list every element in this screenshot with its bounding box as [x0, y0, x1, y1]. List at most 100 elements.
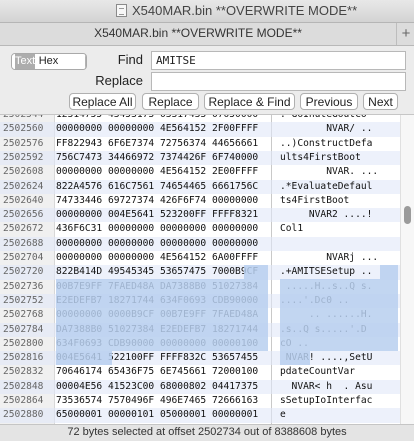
row-offset: 2502688: [3, 237, 44, 249]
row-hex-bytes[interactable]: 73536574 7570496F 496E7465 72666163: [56, 394, 258, 408]
row-ascii[interactable]: NVAR. ...: [280, 165, 378, 179]
action-buttons: Replace All Replace Replace & Find Previ…: [0, 93, 414, 113]
row-offset: 2502608: [3, 166, 44, 178]
selection-hex-end: [56, 351, 112, 365]
row-offset: 2502800: [3, 337, 44, 349]
row-hex-bytes[interactable]: 12314755 43453173 03317433 07050000: [56, 115, 258, 122]
row-offset: 2502576: [3, 137, 44, 149]
row-ascii[interactable]: pdateCountVar: [280, 365, 355, 379]
hex-row: 2502640 74733446 69727374 426F6F74 000000…: [0, 194, 400, 208]
window-titlebar: X540MAR.bin **OVERWRITE MODE**: [0, 0, 414, 23]
mode-text-button[interactable]: Text: [15, 54, 36, 69]
selection-ascii-end: [280, 351, 310, 365]
hex-row: 2502880 65000001 00000101 05000001 000000…: [0, 408, 400, 423]
row-hex-bytes[interactable]: 756C7473 34466972 7374426F 6F740000: [56, 151, 258, 165]
row-offset: 2502672: [3, 223, 44, 235]
replace-button[interactable]: Replace: [142, 93, 199, 110]
row-offset: 2502816: [3, 352, 44, 364]
row-ascii[interactable]: ts4FirstBoot: [280, 194, 349, 208]
status-bar: 72 bytes selected at offset 2502734 out …: [0, 424, 414, 441]
find-input[interactable]: AMITSE: [151, 51, 406, 70]
hex-row: 2502688 00000000 00000000 00000000 000000…: [0, 236, 400, 251]
document-icon: [116, 4, 127, 17]
selection-ascii-block: [280, 279, 398, 351]
selection-hex-block: [56, 279, 268, 351]
row-offset: 2502704: [3, 252, 44, 263]
row-hex-bytes[interactable]: FF822943 6F6E7374 72756374 44656661: [56, 137, 258, 151]
row-offset: 2502624: [3, 180, 44, 192]
row-offset: 2502880: [3, 409, 44, 421]
tab-document[interactable]: X540MAR.bin **OVERWRITE MODE**: [0, 26, 396, 40]
row-hex-bytes[interactable]: 00000000 00000000 4E564152 6A00FFFF: [56, 251, 258, 265]
row-offset: 2502656: [3, 209, 44, 221]
new-tab-button[interactable]: +: [396, 23, 414, 45]
row-offset: 2502592: [3, 151, 44, 163]
row-hex-bytes[interactable]: 00004E56 41523C00 68000802 04417375: [56, 380, 258, 394]
replace-input[interactable]: [151, 72, 406, 91]
row-offset: 2502864: [3, 395, 44, 406]
previous-button[interactable]: Previous: [300, 93, 358, 110]
row-ascii[interactable]: . GoInuteGoutCo: [280, 115, 367, 122]
row-hex-bytes[interactable]: 65000001 00000101 05000001 00000001: [56, 408, 258, 422]
hex-row: 2502704 00000000 00000000 4E564152 6A00FF…: [0, 251, 400, 265]
row-ascii[interactable]: NVARj ...: [280, 251, 378, 265]
row-hex-bytes[interactable]: 70646174 65436F75 6E745661 72000100: [56, 365, 258, 379]
row-offset: 2502736: [3, 280, 44, 292]
row-offset: 2502768: [3, 309, 44, 321]
hex-row: 2502720 822B414D 49545345 53657475 7000B9…: [0, 265, 400, 280]
row-ascii[interactable]: sSetupIoInterfac: [280, 394, 372, 408]
row-hex-bytes[interactable]: 436F6C31 00000000 00000000 00000000: [56, 222, 258, 236]
hex-editor[interactable]: 2502544 12314755 43453173 03317433 070500…: [0, 115, 414, 424]
hex-row: 2502656 00000000 004E5641 523200FF FFFF83…: [0, 208, 400, 223]
row-hex-bytes[interactable]: 00000000 00000000 4E564152 2E00FFFF: [56, 165, 258, 179]
row-offset: 2502832: [3, 366, 44, 378]
row-ascii[interactable]: e: [280, 408, 286, 422]
row-offset: 2502640: [3, 194, 44, 206]
row-ascii[interactable]: ..)ConstructDefa: [280, 137, 372, 151]
hex-row: 2502848 00004E56 41523C00 68000802 044173…: [0, 379, 400, 394]
row-offset: 2502752: [3, 294, 44, 306]
hex-row: 2502672 436F6C31 00000000 00000000 000000…: [0, 222, 400, 236]
row-hex-bytes[interactable]: 74733446 69727374 426F6F74 00000000: [56, 194, 258, 208]
row-offset: 2502720: [3, 266, 44, 278]
next-button[interactable]: Next: [363, 93, 398, 110]
row-offset: 2502560: [3, 123, 44, 135]
row-offset: 2502544: [3, 115, 43, 122]
selection-ascii-start: [380, 265, 398, 279]
hex-row: 2502896 00000001 00000001 00000001 000000…: [0, 423, 400, 425]
row-offset: 2502784: [3, 323, 44, 335]
replace-all-button[interactable]: Replace All: [69, 93, 136, 110]
row-ascii[interactable]: NVAR/ ..: [280, 122, 372, 136]
row-hex-bytes[interactable]: 00000000 00000000 4E564152 2F00FFFF: [56, 122, 258, 136]
hex-row: 2502544 12314755 43453173 03317433 070500…: [0, 115, 400, 122]
window-title: X540MAR.bin **OVERWRITE MODE**: [132, 3, 358, 18]
row-hex-bytes[interactable]: 822B414D 49545345 53657475 7000B9CF: [56, 265, 258, 279]
row-offset: 2502848: [3, 380, 44, 392]
hex-row: 2502560 00000000 00000000 4E564152 2F00FF…: [0, 122, 400, 137]
vertical-scrollbar[interactable]: [400, 115, 414, 424]
replace-label: Replace: [95, 73, 143, 88]
hex-row: 2502864 73536574 7570496F 496E7465 726661…: [0, 394, 400, 408]
scrollbar-thumb[interactable]: [404, 206, 411, 224]
tab-bar: X540MAR.bin **OVERWRITE MODE** +: [0, 23, 414, 46]
hex-row: 2502608 00000000 00000000 4E564152 2E00FF…: [0, 165, 400, 179]
row-ascii[interactable]: NVAR< h . Asu: [280, 380, 373, 394]
row-hex-bytes[interactable]: 00000001 00000001 00000001 00000001: [56, 423, 258, 425]
hex-row: 2502592 756C7473 34466972 7374426F 6F7400…: [0, 150, 400, 166]
row-hex-bytes[interactable]: 822A4576 616C7561 74654465 6661756C: [56, 180, 258, 194]
mode-segmented-control: Hex Text: [11, 53, 87, 70]
row-offset: 2502896: [3, 423, 43, 425]
replace-and-find-button[interactable]: Replace & Find: [204, 93, 295, 110]
row-ascii[interactable]: .+AMITSESetup ..: [280, 265, 372, 279]
row-ascii[interactable]: NVAR2 ....!: [280, 208, 373, 222]
row-ascii[interactable]: Col1: [280, 222, 303, 236]
row-hex-bytes[interactable]: 00000000 004E5641 523200FF FFFF8321: [56, 208, 258, 222]
find-label: Find: [117, 52, 143, 67]
hex-row: 2502624 822A4576 616C7561 74654465 666175…: [0, 179, 400, 194]
row-hex-bytes[interactable]: 00000000 00000000 00000000 00000000: [56, 237, 258, 251]
row-ascii[interactable]: .*EvaluateDefaul: [280, 180, 372, 194]
selection-hex-start: [244, 265, 268, 279]
hex-row: 2502576 FF822943 6F6E7374 72756374 446566…: [0, 137, 400, 151]
hex-row: 2502832 70646174 65436F75 6E745661 720001…: [0, 365, 400, 379]
row-ascii[interactable]: ults4FirstBoot: [280, 151, 361, 165]
